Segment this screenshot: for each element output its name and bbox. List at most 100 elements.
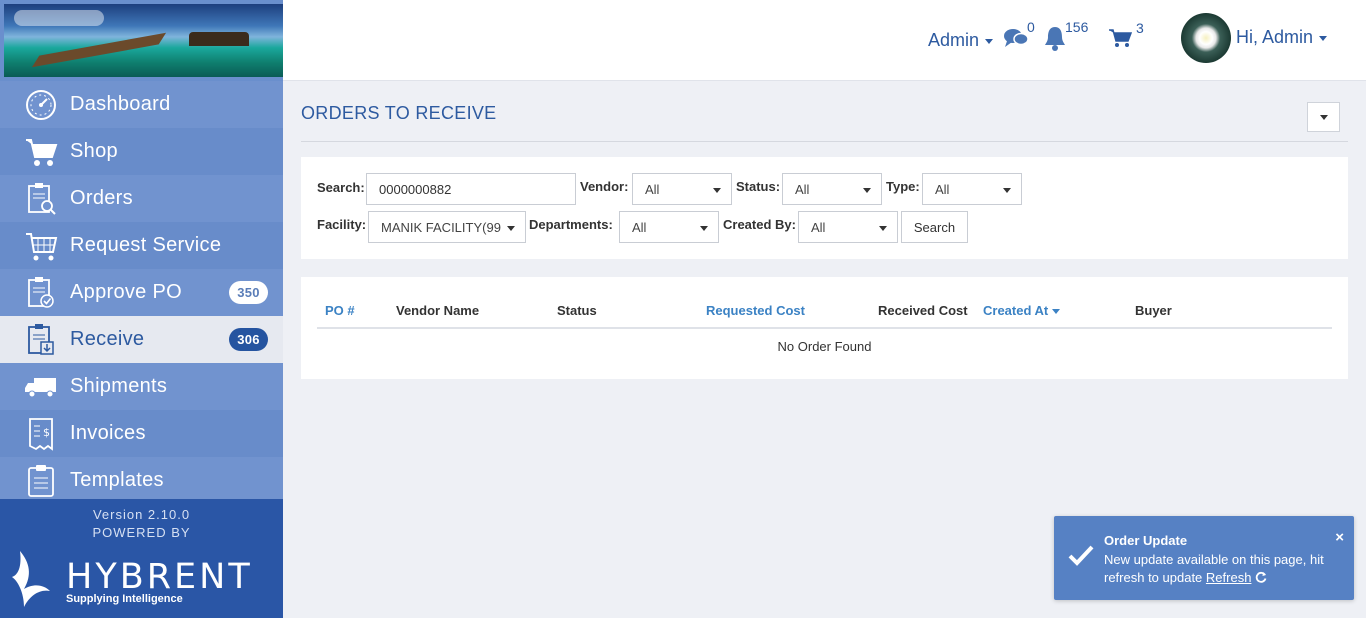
- sidebar-item-shipments[interactable]: Shipments: [0, 363, 283, 410]
- column-header-status: Status: [557, 303, 597, 318]
- column-header-created-at[interactable]: Created At: [983, 303, 1061, 318]
- departments-select-value: All: [632, 219, 647, 235]
- sidebar-item-request-service[interactable]: Request Service: [0, 222, 283, 269]
- user-greeting: Hi, Admin: [1236, 27, 1314, 47]
- sidebar-item-label: Request Service: [70, 234, 222, 256]
- brand-tagline: Supplying Intelligence: [66, 593, 183, 605]
- departments-label: Departments:: [529, 217, 613, 232]
- admin-dropdown-label: Admin: [928, 30, 980, 50]
- admin-dropdown[interactable]: Admin: [928, 30, 994, 51]
- filter-panel: Search: 0000000882 Vendor: All Status: A…: [301, 157, 1348, 259]
- bell-icon[interactable]: [1043, 25, 1067, 56]
- user-menu-dropdown[interactable]: Hi, Admin: [1236, 27, 1328, 48]
- messages-count: 0: [1027, 19, 1035, 35]
- cart-icon[interactable]: [1108, 28, 1133, 53]
- version-text: Version 2.10.0: [92, 507, 191, 522]
- powered-by-text: POWERED BY: [92, 525, 191, 540]
- sidebar-item-approve-po[interactable]: Approve PO 350: [0, 269, 283, 316]
- search-label: Search:: [317, 180, 365, 195]
- cart-count: 3: [1136, 20, 1144, 36]
- column-header-requested-cost[interactable]: Requested Cost: [706, 303, 805, 318]
- chevron-down-icon: [863, 188, 871, 193]
- approve-clipboard-check-icon: [24, 276, 58, 310]
- status-select[interactable]: All: [782, 173, 882, 205]
- truck-icon: [24, 370, 58, 404]
- created-by-select[interactable]: All: [798, 211, 898, 243]
- close-icon[interactable]: ×: [1335, 529, 1344, 546]
- table-header-divider: [317, 327, 1332, 329]
- approve-po-count-badge: 350: [229, 281, 268, 304]
- receive-clipboard-download-icon: [24, 323, 58, 357]
- page-title: ORDERS TO RECEIVE: [301, 103, 497, 123]
- type-select[interactable]: All: [922, 173, 1022, 205]
- column-header-po[interactable]: PO #: [325, 303, 355, 318]
- sidebar-item-label: Receive: [70, 328, 145, 350]
- checkmark-icon: [1068, 544, 1094, 571]
- sidebar-item-label: Templates: [70, 469, 164, 491]
- templates-clipboard-icon: [24, 464, 58, 498]
- orders-table: PO # Vendor Name Status Requested Cost R…: [301, 277, 1348, 379]
- status-select-value: All: [795, 181, 810, 197]
- created-by-select-value: All: [811, 219, 826, 235]
- vendor-select-value: All: [645, 181, 660, 197]
- invoice-dollar-icon: $: [24, 417, 58, 451]
- brand-logo: HYBRENT Supplying Intelligence: [10, 549, 260, 609]
- column-header-buyer: Buyer: [1135, 303, 1172, 318]
- sidebar-item-orders[interactable]: Orders: [0, 175, 283, 222]
- created-at-label: Created At: [983, 303, 1049, 318]
- sidebar-item-shop[interactable]: Shop: [0, 128, 283, 175]
- empty-table-message: No Order Found: [777, 339, 872, 354]
- sidebar-item-label: Orders: [70, 187, 133, 209]
- chevron-down-icon: [1319, 35, 1328, 41]
- notifications-count: 156: [1065, 19, 1089, 35]
- refresh-icon[interactable]: [1255, 571, 1267, 583]
- sidebar-item-label: Shop: [70, 140, 118, 162]
- title-divider: [301, 141, 1348, 142]
- created-by-label: Created By:: [723, 217, 796, 232]
- sidebar-item-label: Shipments: [70, 375, 168, 397]
- sidebar-item-invoices[interactable]: $ Invoices: [0, 410, 283, 457]
- chevron-down-icon: [985, 38, 994, 44]
- sidebar-item-templates[interactable]: Templates: [0, 457, 283, 504]
- chevron-down-icon: [507, 226, 515, 231]
- chevron-down-icon: [879, 226, 887, 231]
- column-header-received-cost: Received Cost: [878, 303, 968, 318]
- brand-name: HYBRENT: [66, 557, 253, 597]
- chevron-down-icon: [700, 226, 708, 231]
- page-options-dropdown-button[interactable]: [1307, 102, 1340, 132]
- search-input[interactable]: 0000000882: [366, 173, 576, 205]
- request-service-cart-icon: [24, 229, 58, 263]
- header-banner-image: [4, 4, 283, 77]
- type-label: Type:: [886, 179, 920, 194]
- departments-select[interactable]: All: [619, 211, 719, 243]
- type-select-value: All: [935, 181, 950, 197]
- sort-desc-icon: [1052, 309, 1061, 315]
- orders-clipboard-search-icon: [24, 182, 58, 216]
- toast-title: Order Update: [1104, 533, 1188, 548]
- facility-select[interactable]: MANIK FACILITY(99: [368, 211, 526, 243]
- sidebar-item-label: Invoices: [70, 422, 146, 444]
- toast-message: New update available on this page, hit r…: [1104, 551, 1336, 587]
- sidebar: Dashboard Shop Orders Request Service Ap…: [0, 0, 283, 618]
- chevron-down-icon: [713, 188, 721, 193]
- status-label: Status:: [736, 179, 781, 194]
- facility-label: Facility:: [317, 217, 367, 232]
- facility-select-value: MANIK FACILITY(99: [381, 219, 501, 235]
- chevron-down-icon: [1003, 188, 1011, 193]
- search-button[interactable]: Search: [901, 211, 968, 243]
- avatar[interactable]: [1181, 13, 1231, 63]
- vendor-label: Vendor:: [580, 179, 629, 194]
- hybrent-bird-icon: [12, 551, 50, 607]
- sidebar-item-label: Approve PO: [70, 281, 182, 303]
- messages-icon[interactable]: [1003, 27, 1029, 54]
- chevron-down-icon: [1319, 114, 1328, 120]
- receive-count-badge: 306: [229, 328, 268, 351]
- sidebar-item-dashboard[interactable]: Dashboard: [0, 81, 283, 128]
- sidebar-footer: Version 2.10.0 POWERED BY HYBRENT Supply…: [0, 499, 283, 618]
- refresh-link[interactable]: Refresh: [1206, 570, 1252, 585]
- sidebar-item-label: Dashboard: [70, 93, 171, 115]
- sidebar-item-receive[interactable]: Receive 306: [0, 316, 283, 363]
- svg-text:$: $: [43, 426, 50, 439]
- vendor-select[interactable]: All: [632, 173, 732, 205]
- order-update-toast: Order Update New update available on thi…: [1054, 516, 1354, 600]
